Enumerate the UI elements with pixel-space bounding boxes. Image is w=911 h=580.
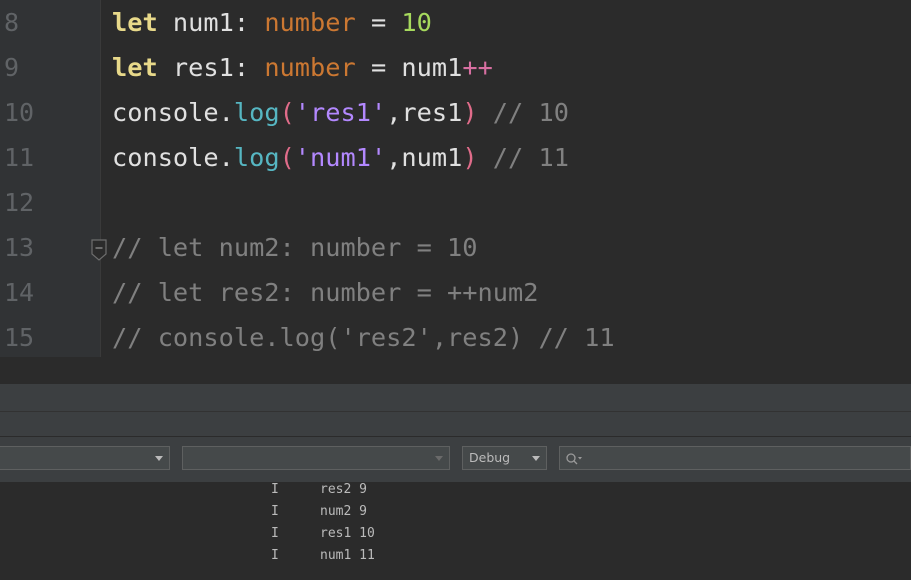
log-message: num1 11 — [320, 548, 375, 563]
comment-token: // 11 — [477, 143, 569, 172]
code-text[interactable]: let num1: number = 10 — [112, 0, 432, 45]
search-icon — [565, 451, 583, 470]
function-token: log — [233, 143, 280, 172]
log-message: res2 9 — [320, 482, 367, 497]
paren-token: ) — [462, 98, 478, 127]
comment-line[interactable]: // let num2: number = 10 — [112, 225, 478, 270]
code-editor[interactable]: 8 let num1: number = 10 9 let res1: numb… — [0, 0, 911, 360]
variable-token: num1: — [157, 8, 265, 37]
function-token: log — [233, 98, 280, 127]
code-line-8[interactable]: 8 let num1: number = 10 — [0, 0, 893, 45]
line-number: 11 — [4, 143, 35, 172]
dot-token: . — [218, 98, 234, 127]
line-number: 12 — [4, 188, 35, 217]
comment-token: // 10 — [477, 98, 569, 127]
argument-token: ,num1 — [386, 143, 463, 172]
log-row[interactable]: I res2 9 — [0, 479, 911, 501]
operator-token: = — [355, 53, 402, 82]
editor-vertical-scrollbar[interactable] — [893, 0, 911, 357]
code-line-11[interactable]: 11 console.log('num1',num1) // 11 — [0, 135, 893, 180]
line-number: 10 — [4, 98, 35, 127]
increment-operator: ++ — [462, 53, 493, 82]
code-text[interactable]: console.log('num1',num1) // 11 — [112, 135, 569, 180]
code-line-10[interactable]: 10 console.log('res1',res1) // 10 — [0, 90, 893, 135]
process-select[interactable] — [182, 446, 450, 470]
argument-token: ,res1 — [386, 98, 463, 127]
fold-toggle-icon[interactable] — [90, 238, 108, 262]
keyword-token: let — [112, 53, 158, 82]
editor-bottom-area — [0, 357, 911, 384]
variable-token: res1: — [157, 53, 265, 82]
comment-line[interactable]: // console.log('res2',res2) // 11 — [112, 315, 615, 360]
chevron-down-icon — [155, 456, 163, 461]
object-token: console — [112, 98, 219, 127]
log-row[interactable]: I num2 9 — [0, 501, 911, 523]
chevron-down-icon — [532, 456, 540, 461]
line-number: 13 — [4, 233, 35, 262]
line-number: 8 — [4, 8, 20, 37]
chevron-down-icon — [435, 456, 443, 461]
log-message: num2 9 — [320, 504, 367, 519]
code-text[interactable]: console.log('res1',res1) // 10 — [112, 90, 569, 135]
log-level: I — [271, 482, 279, 497]
log-row[interactable]: I res1 10 — [0, 523, 911, 545]
log-level: I — [271, 504, 279, 519]
code-text[interactable]: let res1: number = num1++ — [112, 45, 493, 90]
log-level-select[interactable]: Debug — [462, 446, 547, 470]
line-number: 14 — [4, 278, 35, 307]
number-literal: 10 — [401, 8, 432, 37]
type-token: number — [264, 53, 356, 82]
operator-token: = — [355, 8, 402, 37]
log-level-value: Debug — [469, 450, 511, 465]
string-literal: 'num1' — [294, 143, 387, 172]
log-row[interactable]: I num1 11 — [0, 545, 911, 567]
code-line-12[interactable]: 12 — [0, 180, 893, 225]
logcat-tool-header — [0, 411, 911, 437]
keyword-token: let — [112, 8, 158, 37]
paren-token: ( — [279, 143, 295, 172]
code-line-15[interactable]: 15 // console.log('res2',res2) // 11 — [0, 315, 893, 360]
log-message: res1 10 — [320, 526, 375, 541]
log-level: I — [271, 526, 279, 541]
code-line-14[interactable]: 14 // let res2: number = ++num2 — [0, 270, 893, 315]
line-number: 9 — [4, 53, 20, 82]
dot-token: . — [218, 143, 234, 172]
code-line-9[interactable]: 9 let res1: number = num1++ — [0, 45, 893, 90]
code-line-13[interactable]: 13 // let num2: number = 10 — [0, 225, 893, 270]
paren-token: ) — [462, 143, 478, 172]
variable-token: num1 — [401, 53, 463, 82]
type-token: number — [264, 8, 356, 37]
string-literal: 'res1' — [294, 98, 387, 127]
log-level: I — [271, 548, 279, 563]
device-select[interactable] — [0, 446, 170, 470]
logcat-output[interactable]: I res2 9 I num2 9 I res1 10 I num1 11 — [0, 482, 911, 580]
comment-line[interactable]: // let res2: number = ++num2 — [112, 270, 538, 315]
paren-token: ( — [279, 98, 295, 127]
horizontal-scrollbar[interactable] — [0, 384, 911, 411]
line-number: 15 — [4, 323, 35, 352]
object-token: console — [112, 143, 219, 172]
log-search-input[interactable] — [559, 446, 911, 470]
